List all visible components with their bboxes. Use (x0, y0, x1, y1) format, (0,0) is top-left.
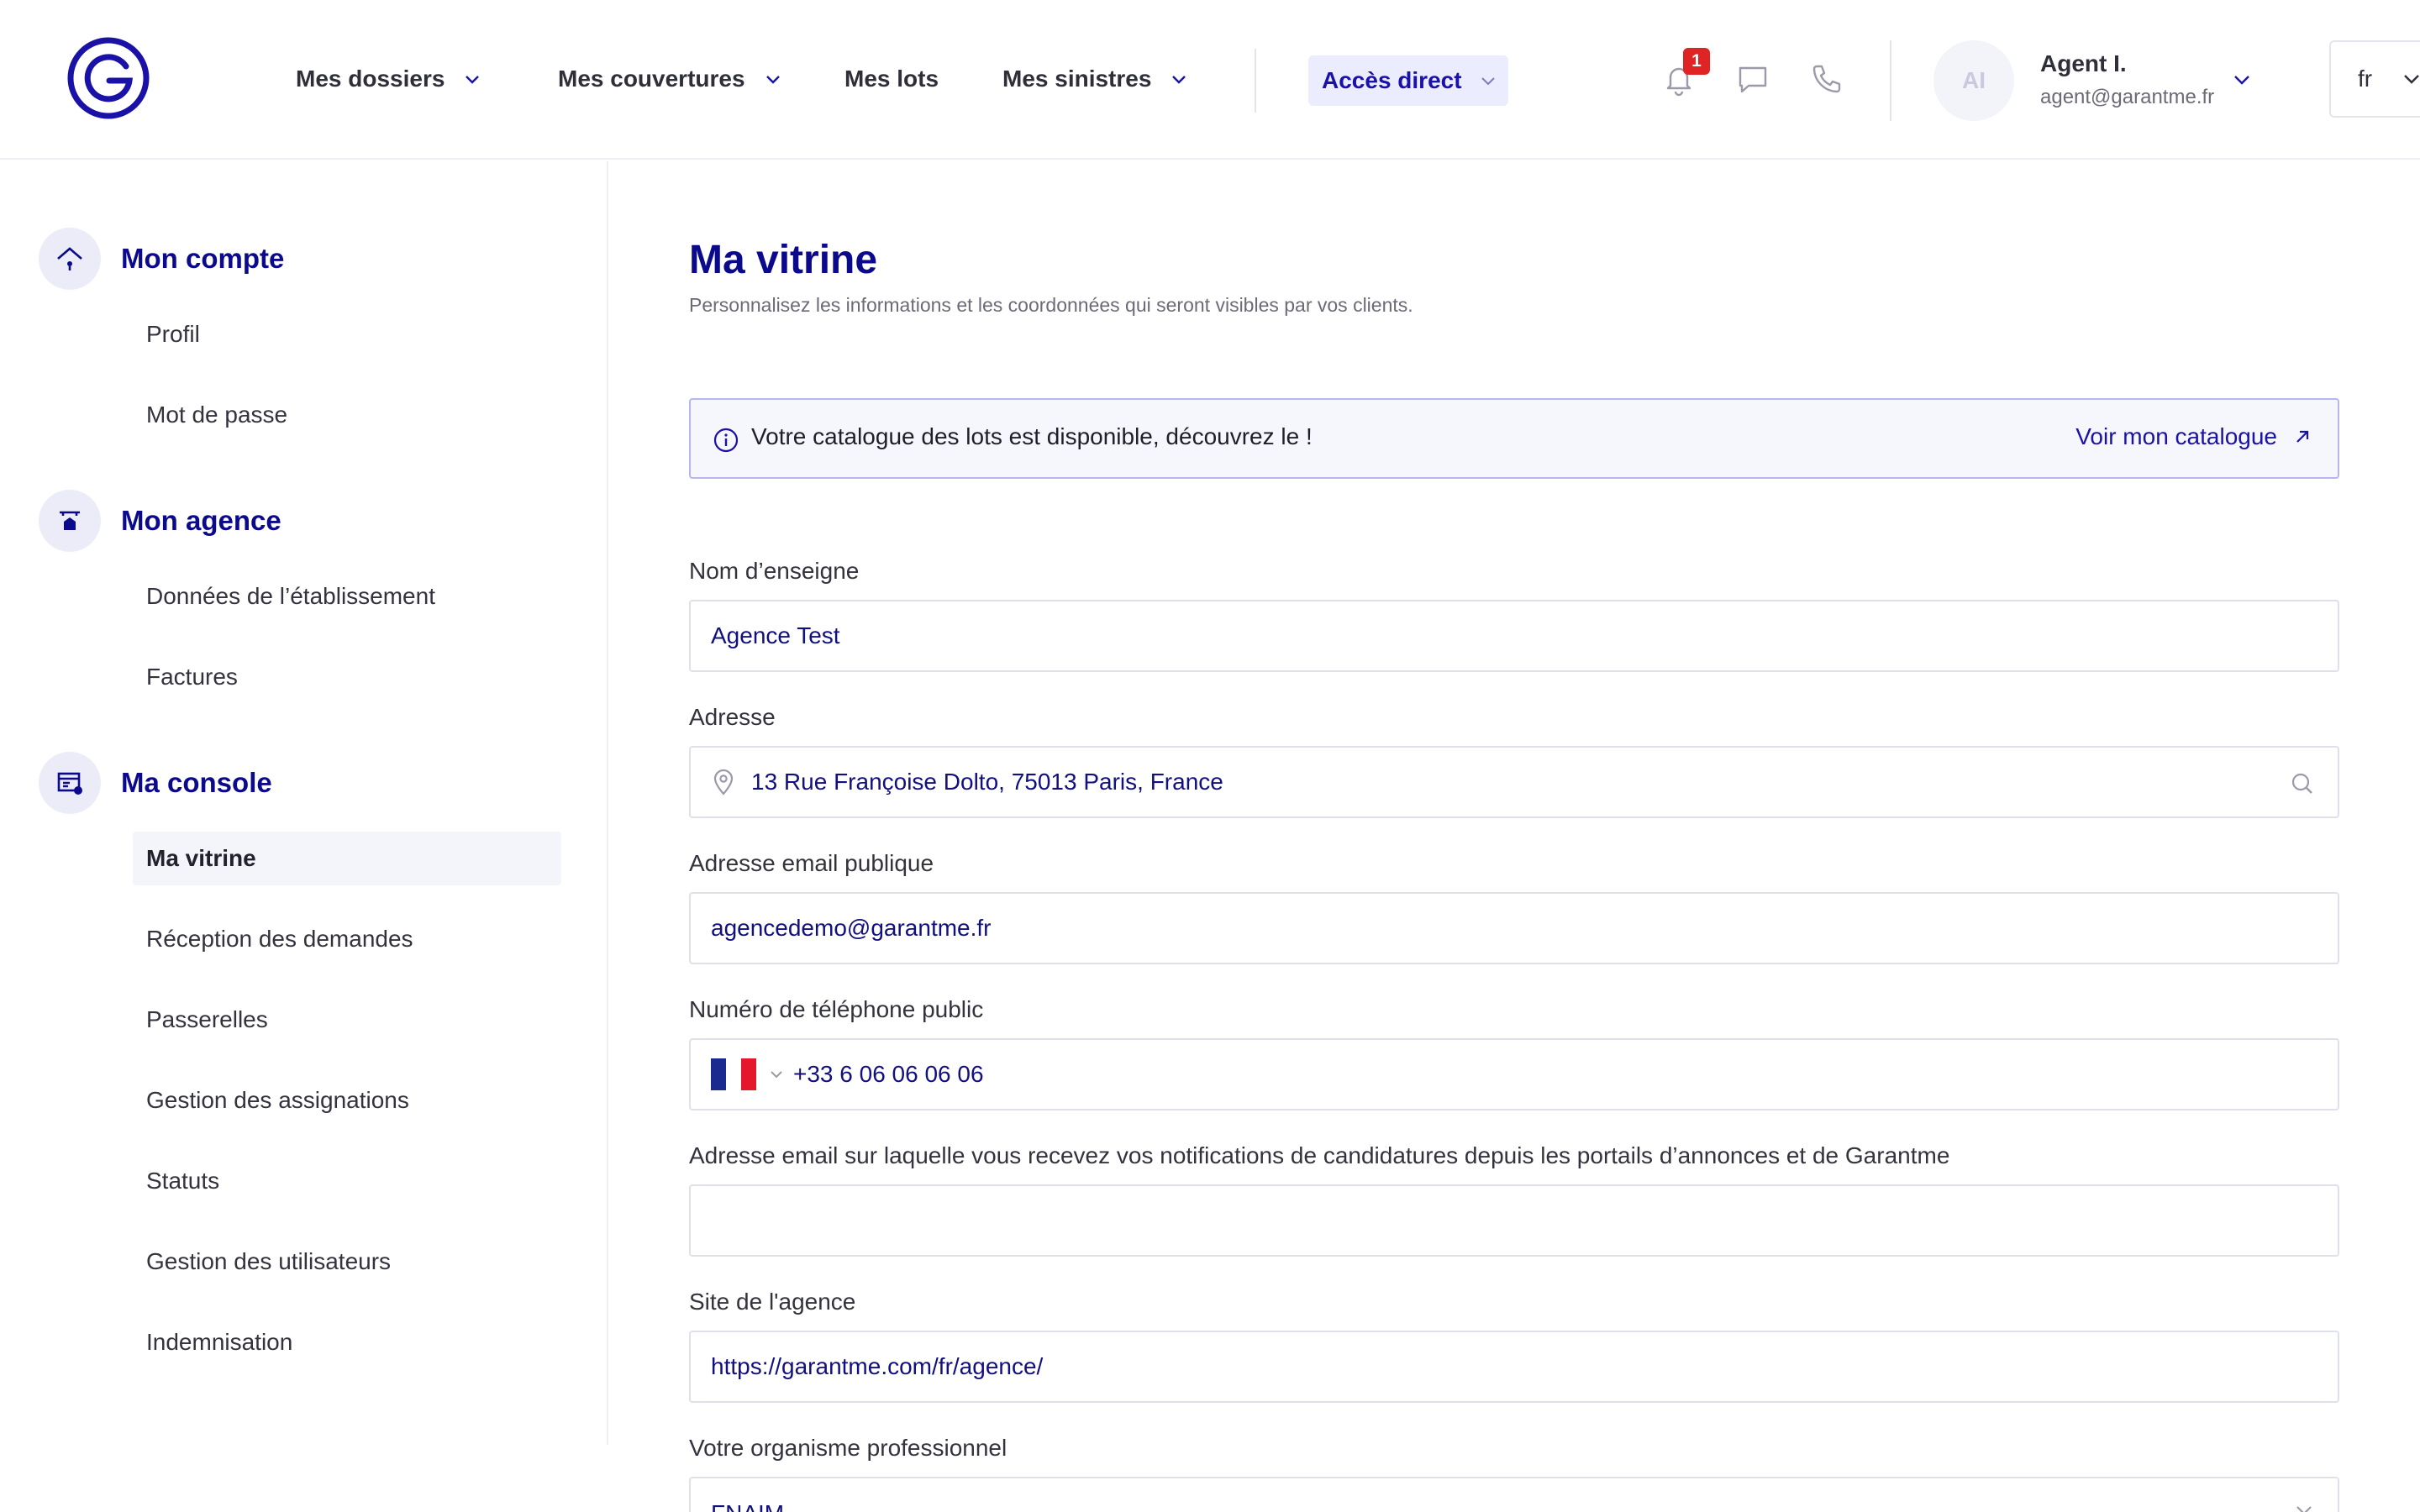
sidebar: Mon compte Profil Mot de passe Mon agenc… (0, 161, 608, 1445)
nav-mes-couvertures-label: Mes couvertures (558, 66, 745, 92)
france-flag-icon[interactable] (711, 1058, 756, 1090)
page-title: Ma vitrine (689, 238, 878, 282)
info-icon (713, 428, 739, 453)
page-subtitle: Personnalisez les informations et les co… (689, 294, 1413, 316)
acces-direct-button[interactable]: Accès direct (1308, 55, 1508, 106)
user-name: Agent I. (2040, 50, 2127, 76)
site-agence-value: https://garantme.com/fr/agence/ (711, 1353, 1044, 1379)
account-icon (39, 228, 101, 290)
sidebar-item-gestion-assignations[interactable]: Gestion des assignations (133, 1074, 561, 1127)
voir-catalogue-link[interactable]: Voir mon catalogue (2075, 423, 2312, 450)
chevron-down-icon (765, 76, 780, 84)
phone-icon[interactable] (1808, 60, 1845, 97)
chat-icon[interactable] (1734, 60, 1771, 97)
site-agence-input[interactable]: https://garantme.com/fr/agence/ (689, 1331, 2339, 1403)
organisme-select[interactable]: FNAIM (689, 1477, 2339, 1512)
telephone-value: +33 6 06 06 06 06 (793, 1061, 984, 1087)
sidebar-item-gestion-utilisateurs[interactable]: Gestion des utilisateurs (133, 1235, 561, 1289)
nom-enseigne-input[interactable]: Agence Test (689, 600, 2339, 672)
organisme-label: Votre organisme professionnel (689, 1435, 1007, 1461)
adresse-value: 13 Rue Françoise Dolto, 75013 Paris, Fra… (751, 769, 1223, 795)
nav-divider (1255, 49, 1256, 113)
site-agence-label: Site de l'agence (689, 1289, 856, 1315)
nom-enseigne-value: Agence Test (711, 622, 840, 648)
nav-mes-dossiers[interactable]: Mes dossiers (296, 60, 481, 97)
telephone-label: Numéro de téléphone public (689, 996, 984, 1022)
agency-icon (39, 490, 101, 552)
user-email: agent@garantme.fr (2040, 86, 2215, 108)
sidebar-item-factures[interactable]: Factures (133, 650, 561, 704)
garantme-logo-icon[interactable] (67, 37, 150, 119)
email-notifications-input[interactable] (689, 1184, 2339, 1257)
nom-enseigne-label: Nom d’enseigne (689, 558, 860, 584)
email-publique-value: agencedemo@garantme.fr (711, 915, 992, 941)
external-link-arrow-icon (2296, 430, 2309, 443)
sidebar-item-donnees-etablissement[interactable]: Données de l’établissement (133, 570, 561, 623)
country-chevron-down-icon[interactable] (768, 1066, 785, 1083)
telephone-input[interactable]: +33 6 06 06 06 06 (689, 1038, 2339, 1110)
sidebar-item-statuts[interactable]: Statuts (133, 1154, 561, 1208)
voir-catalogue-label: Voir mon catalogue (2075, 423, 2277, 449)
sidebar-item-passerelles[interactable]: Passerelles (133, 993, 561, 1047)
banner-text: Votre catalogue des lots est disponible,… (751, 423, 1313, 449)
email-publique-input[interactable]: agencedemo@garantme.fr (689, 892, 2339, 964)
nav-mes-sinistres-label: Mes sinistres (1002, 66, 1152, 92)
sidebar-item-indemnisation[interactable]: Indemnisation (133, 1315, 561, 1369)
section-title-ma-console: Ma console (121, 767, 272, 798)
catalogue-banner: Votre catalogue des lots est disponible,… (689, 398, 2339, 479)
language-select[interactable]: fr (2329, 40, 2420, 118)
sidebar-item-ma-vitrine[interactable]: Ma vitrine (133, 832, 561, 885)
nav-mes-couvertures[interactable]: Mes couvertures (558, 60, 782, 97)
chevron-down-icon (466, 76, 480, 84)
avatar[interactable]: AI (1933, 40, 2014, 121)
nav-mes-lots-label: Mes lots (844, 66, 939, 92)
nav-mes-sinistres[interactable]: Mes sinistres (1002, 60, 1188, 97)
adresse-label: Adresse (689, 704, 776, 730)
location-pin-icon (713, 769, 734, 795)
adresse-input[interactable]: 13 Rue Françoise Dolto, 75013 Paris, Fra… (689, 746, 2339, 818)
nav-mes-lots[interactable]: Mes lots (844, 60, 939, 97)
console-icon (39, 752, 101, 814)
chevron-down-icon (1481, 77, 1495, 86)
email-publique-label: Adresse email publique (689, 850, 934, 876)
sidebar-item-profil[interactable]: Profil (133, 307, 561, 361)
email-notifications-label: Adresse email sur laquelle vous recevez … (689, 1142, 1950, 1168)
search-icon[interactable] (2289, 770, 2316, 797)
language-value: fr (2358, 66, 2373, 92)
organisme-value: FNAIM (711, 1500, 784, 1512)
top-header: Mes dossiers Mes couvertures Mes lots Me… (0, 0, 2420, 160)
section-title-mon-compte: Mon compte (121, 243, 285, 274)
sidebar-item-mot-de-passe[interactable]: Mot de passe (133, 388, 561, 442)
chevron-down-icon (1172, 76, 1186, 84)
sidebar-item-reception-demandes[interactable]: Réception des demandes (133, 912, 561, 966)
acces-direct-label: Accès direct (1322, 67, 1462, 93)
header-divider (1890, 40, 1891, 121)
chevron-down-icon (2404, 75, 2419, 84)
user-menu-chevron-icon[interactable] (2231, 69, 2253, 91)
section-title-mon-agence: Mon agence (121, 505, 281, 536)
notification-badge: 1 (1683, 48, 1710, 75)
nav-mes-dossiers-label: Mes dossiers (296, 66, 445, 92)
chevron-down-icon (2296, 1506, 2312, 1512)
